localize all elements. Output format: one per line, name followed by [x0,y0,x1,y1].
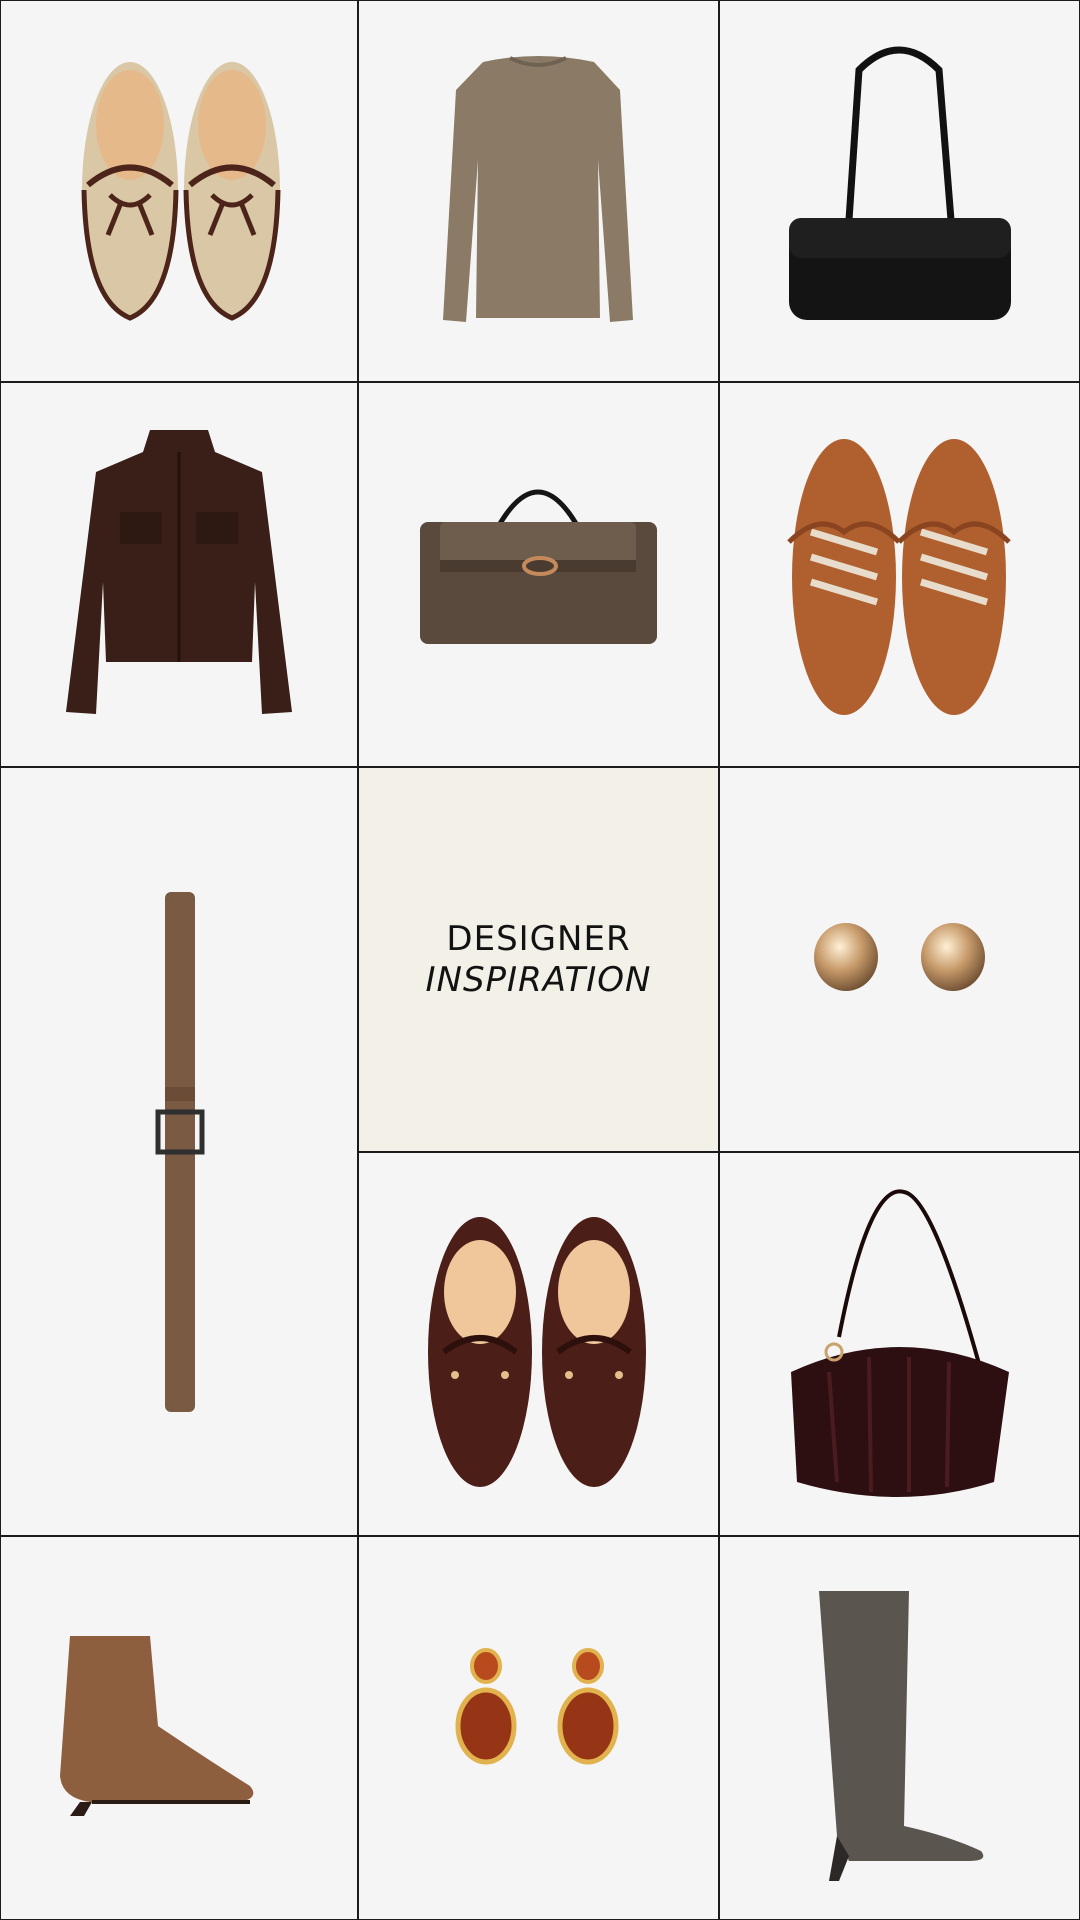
cell-amber-drop-earrings[interactable] [358,1536,719,1920]
cell-gold-dome-earrings[interactable] [719,767,1080,1152]
cell-cognac-suede-sneakers[interactable] [719,382,1080,767]
cell-brown-leather-jacket[interactable] [0,382,358,767]
earrings-icon [814,923,985,991]
belt-icon [155,892,205,1412]
loafer-pair-icon [81,62,281,321]
loafer-pair-icon [428,1217,646,1487]
cell-burgundy-pleated-bag[interactable] [719,1152,1080,1536]
cell-brown-suede-belt[interactable] [0,767,358,1536]
drop-earrings-icon [455,1648,619,1765]
cell-brown-suede-handbag[interactable] [358,382,719,767]
tall-boot-icon [819,1591,984,1881]
title-line-1: DESIGNER [446,918,631,959]
handbag-icon [420,489,657,644]
title-line-2: INSPIRATION [425,959,652,1000]
cell-black-shoulder-bag[interactable] [719,0,1080,382]
cell-burgundy-leather-loafers[interactable] [358,1152,719,1536]
sneaker-pair-icon [787,439,1011,715]
shoulder-bag-icon [789,46,1011,320]
cell-tan-suede-ankle-boot[interactable] [0,1536,358,1920]
sweater-icon [443,56,633,322]
cell-cream-bow-loafers[interactable] [0,0,358,382]
hobo-bag-icon [791,1189,1009,1497]
ankle-boot-icon [60,1636,254,1816]
jacket-icon [66,430,292,714]
product-grid: DESIGNER INSPIRATION [0,0,1080,1920]
cell-grey-knee-high-boot[interactable] [719,1536,1080,1920]
title-panel: DESIGNER INSPIRATION [358,767,719,1152]
cell-taupe-knit-sweater[interactable] [358,0,719,382]
